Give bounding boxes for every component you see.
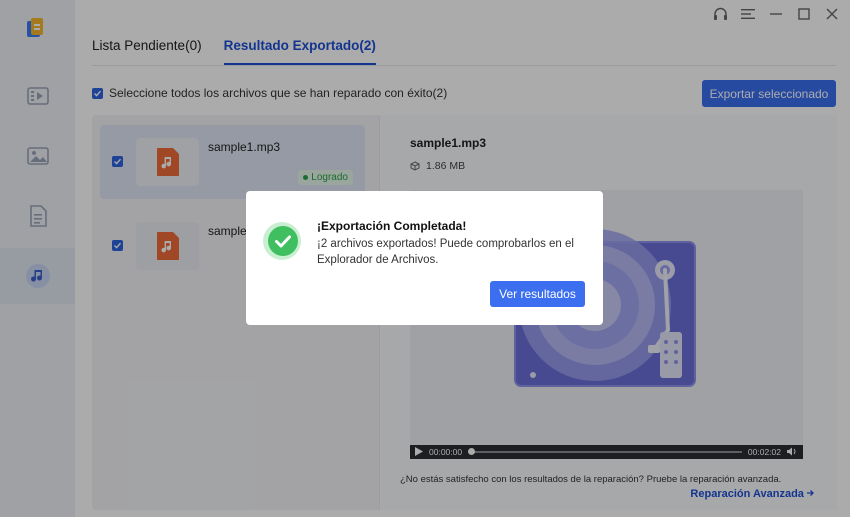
app-window: Lista Pendiente(0) Resultado Exportado(2… — [0, 0, 850, 517]
success-icon — [262, 221, 302, 261]
export-complete-dialog: ¡Exportación Completada! ¡2 archivos exp… — [246, 191, 603, 325]
dialog-title: ¡Exportación Completada! — [317, 219, 467, 233]
dialog-message: ¡2 archivos exportados! Puede comprobarl… — [317, 238, 574, 266]
view-results-button[interactable]: Ver resultados — [490, 281, 585, 307]
